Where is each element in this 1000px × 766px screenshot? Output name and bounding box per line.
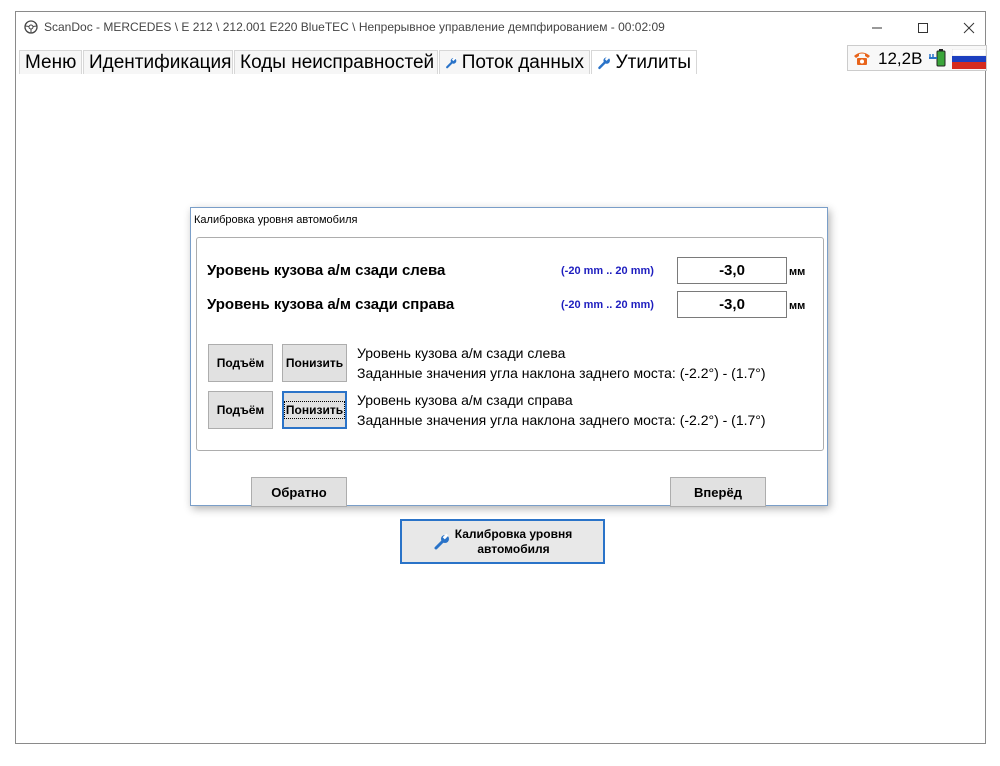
description-line: Уровень кузова а/м сзади справа [357,392,573,408]
battery-plug-icon [929,49,946,67]
control-description-rear-right: Уровень кузова а/м сзади справа Заданные… [357,390,766,430]
raise-rear-right-button[interactable]: Подъём [208,391,273,429]
tab-bar: Меню Идентификация Коды неисправностей П… [16,50,985,74]
tab-utilities[interactable]: Утилиты [591,50,697,74]
tab-label: Поток данных [461,51,584,73]
param-range-rear-right: (-20 mm .. 20 mm) [561,299,654,311]
lower-rear-left-button[interactable]: Понизить [282,344,347,382]
tab-fault-codes[interactable]: Коды неисправностей [234,50,438,74]
vehicle-level-calibration-button[interactable]: Калибровка уровня автомобиля [400,519,605,564]
lower-rear-right-button[interactable]: Понизить [282,391,347,429]
dialog-panel: Уровень кузова а/м сзади слева (-20 mm .… [196,237,824,451]
button-label: Подъём [216,403,265,417]
button-label: Понизить [283,401,346,419]
description-line: Заданные значения угла наклона заднего м… [357,365,766,381]
param-label-rear-left: Уровень кузова а/м сзади слева [207,262,446,279]
russian-flag-icon [952,49,986,69]
title-bar: ScanDoc - MERCEDES \ E 212 \ 212.001 E22… [16,12,985,43]
description-line: Уровень кузова а/м сзади слева [357,345,566,361]
tab-label: Утилиты [615,51,691,73]
close-button[interactable] [946,12,992,43]
button-label: Подъём [216,356,265,370]
close-icon [963,22,975,33]
param-label-rear-right: Уровень кузова а/м сзади справа [207,296,455,313]
tab-label: Идентификация [89,51,232,73]
param-value-rear-left: -3,0 [677,257,787,284]
control-description-rear-left: Уровень кузова а/м сзади слева Заданные … [357,343,766,383]
back-button[interactable]: Обратно [251,477,347,507]
wrench-icon [434,533,449,549]
tab-label: Меню [25,51,77,73]
param-unit-rear-right: мм [789,300,806,312]
tab-identification[interactable]: Идентификация [83,50,233,74]
description-line: Заданные значения угла наклона заднего м… [357,412,766,428]
minimize-button[interactable] [854,12,900,43]
status-panel: 12,2В [847,45,987,71]
phone-icon [854,52,870,65]
tab-menu[interactable]: Меню [19,50,82,74]
label-line: автомобиля [477,541,550,556]
voltage-readout: 12,2В [878,49,923,68]
forward-button[interactable]: Вперёд [670,477,766,507]
button-label: Понизить [285,356,344,370]
tab-data-stream[interactable]: Поток данных [439,50,590,74]
param-value-rear-right: -3,0 [677,291,787,318]
wrench-icon [598,55,610,69]
dialog-title: Калибровка уровня автомобиля [194,214,358,226]
raise-rear-left-button[interactable]: Подъём [208,344,273,382]
button-label: Обратно [271,484,327,500]
maximize-icon [918,22,928,33]
app-window: ScanDoc - MERCEDES \ E 212 \ 212.001 E22… [15,11,987,744]
param-range-rear-left: (-20 mm .. 20 mm) [561,265,654,277]
steering-wheel-icon [24,20,38,34]
wrench-icon [446,56,457,68]
label-line: Калибровка уровня [454,526,573,541]
window-title: ScanDoc - MERCEDES \ E 212 \ 212.001 E22… [44,20,665,34]
calibration-dialog: Калибровка уровня автомобиля Уровень куз… [190,207,828,507]
button-label: Вперёд [694,484,742,500]
param-unit-rear-left: мм [789,266,806,278]
calibration-button-label: Калибровка уровня автомобиля [455,527,572,557]
minimize-icon [872,27,882,28]
maximize-button[interactable] [900,12,946,43]
tab-label: Коды неисправностей [240,51,435,73]
